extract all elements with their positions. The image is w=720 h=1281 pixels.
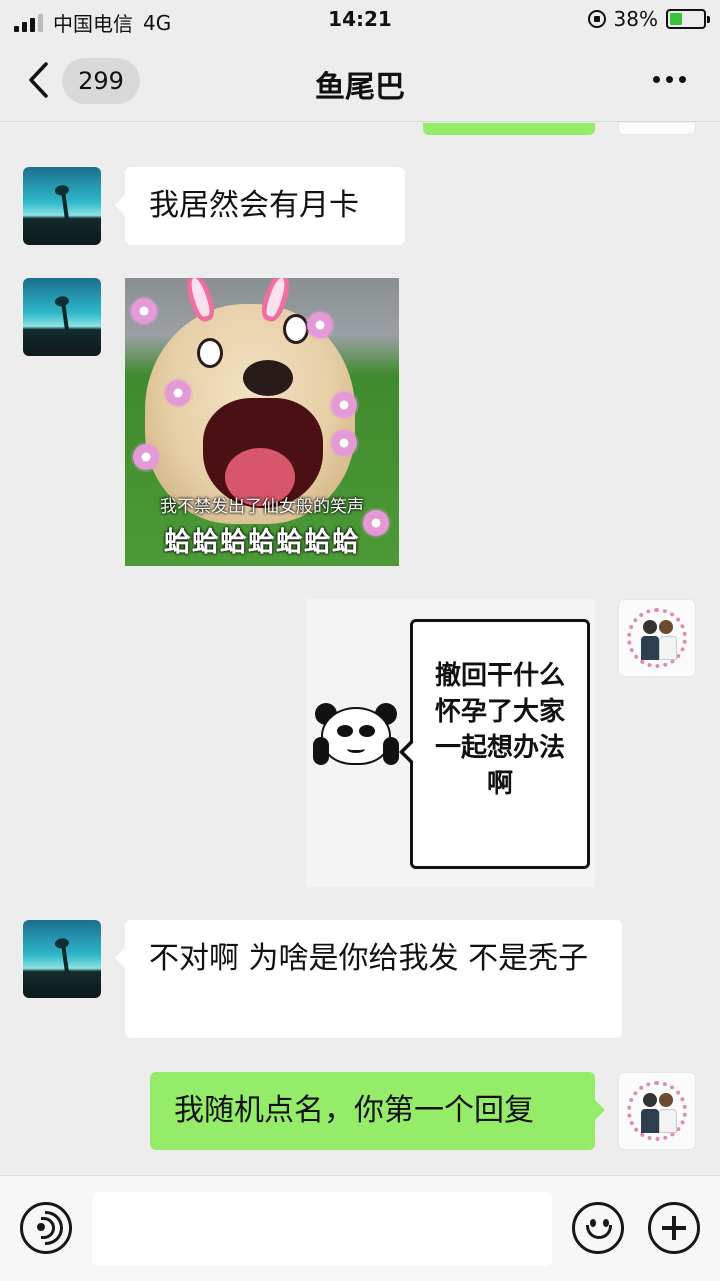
message-bubble-outgoing[interactable]: 我随机点名，你第一个回复	[150, 1072, 605, 1150]
chat-header: 299 鱼尾巴	[0, 40, 720, 122]
dog-eye	[197, 338, 223, 368]
chat-title: 鱼尾巴	[315, 70, 405, 105]
panda-meme-sticker[interactable]: 撤回干什么 怀孕了大家一起想办法啊	[307, 599, 595, 887]
status-right: 38%	[587, 7, 710, 31]
contact-avatar[interactable]	[23, 167, 101, 245]
my-avatar[interactable]	[618, 599, 696, 677]
message-input[interactable]	[92, 1192, 552, 1266]
previous-message-bubble[interactable]	[423, 123, 595, 135]
flower-icon	[131, 442, 161, 472]
message-text: 我居然会有月卡	[149, 188, 359, 223]
dog-nose	[243, 360, 293, 396]
message-bubble-incoming[interactable]: 我居然会有月卡	[115, 167, 405, 245]
rotation-lock-icon	[587, 10, 606, 28]
dog-laughing-sticker[interactable]: 我不禁发出了仙女般的笑声 蛤蛤蛤蛤蛤蛤蛤	[125, 278, 399, 566]
battery-percent: 38%	[613, 7, 658, 31]
sticker-caption: 蛤蛤蛤蛤蛤蛤蛤	[164, 527, 360, 558]
input-bar	[0, 1175, 720, 1281]
flower-icon	[163, 378, 193, 408]
contact-avatar[interactable]	[23, 278, 101, 356]
sticker-caption: 我不禁发出了仙女般的笑声	[160, 497, 364, 517]
message-list[interactable]: 我居然会有月卡 我不禁发出了仙女般的笑声 蛤蛤蛤蛤蛤蛤蛤 撤回干什么 怀孕了大家…	[0, 123, 720, 1175]
my-avatar[interactable]	[618, 1072, 696, 1150]
status-bar: 中国电信 4G 14:21 38%	[0, 0, 720, 40]
message-bubble-incoming[interactable]: 不对啊 为啥是你给我发 不是秃子	[115, 920, 622, 1038]
bunny-ear-icon	[181, 278, 219, 325]
flower-icon	[129, 296, 159, 326]
battery-charging-icon	[666, 9, 710, 29]
panda-face-illustration	[313, 703, 399, 767]
previous-avatar[interactable]	[618, 123, 696, 135]
more-options-icon[interactable]	[653, 76, 686, 83]
flower-icon	[329, 428, 359, 458]
emoji-icon[interactable]	[572, 1202, 624, 1254]
message-text: 不对啊 为啥是你给我发 不是秃子	[149, 941, 589, 976]
speech-box: 撤回干什么 怀孕了大家一起想办法啊	[399, 619, 590, 869]
voice-icon[interactable]	[20, 1202, 72, 1254]
plus-icon[interactable]	[648, 1202, 700, 1254]
flower-icon	[329, 390, 359, 420]
message-text: 我随机点名，你第一个回复	[174, 1093, 534, 1128]
contact-avatar[interactable]	[23, 920, 101, 998]
sticker-text: 撤回干什么 怀孕了大家一起想办法啊	[434, 661, 565, 799]
flower-icon	[305, 310, 335, 340]
